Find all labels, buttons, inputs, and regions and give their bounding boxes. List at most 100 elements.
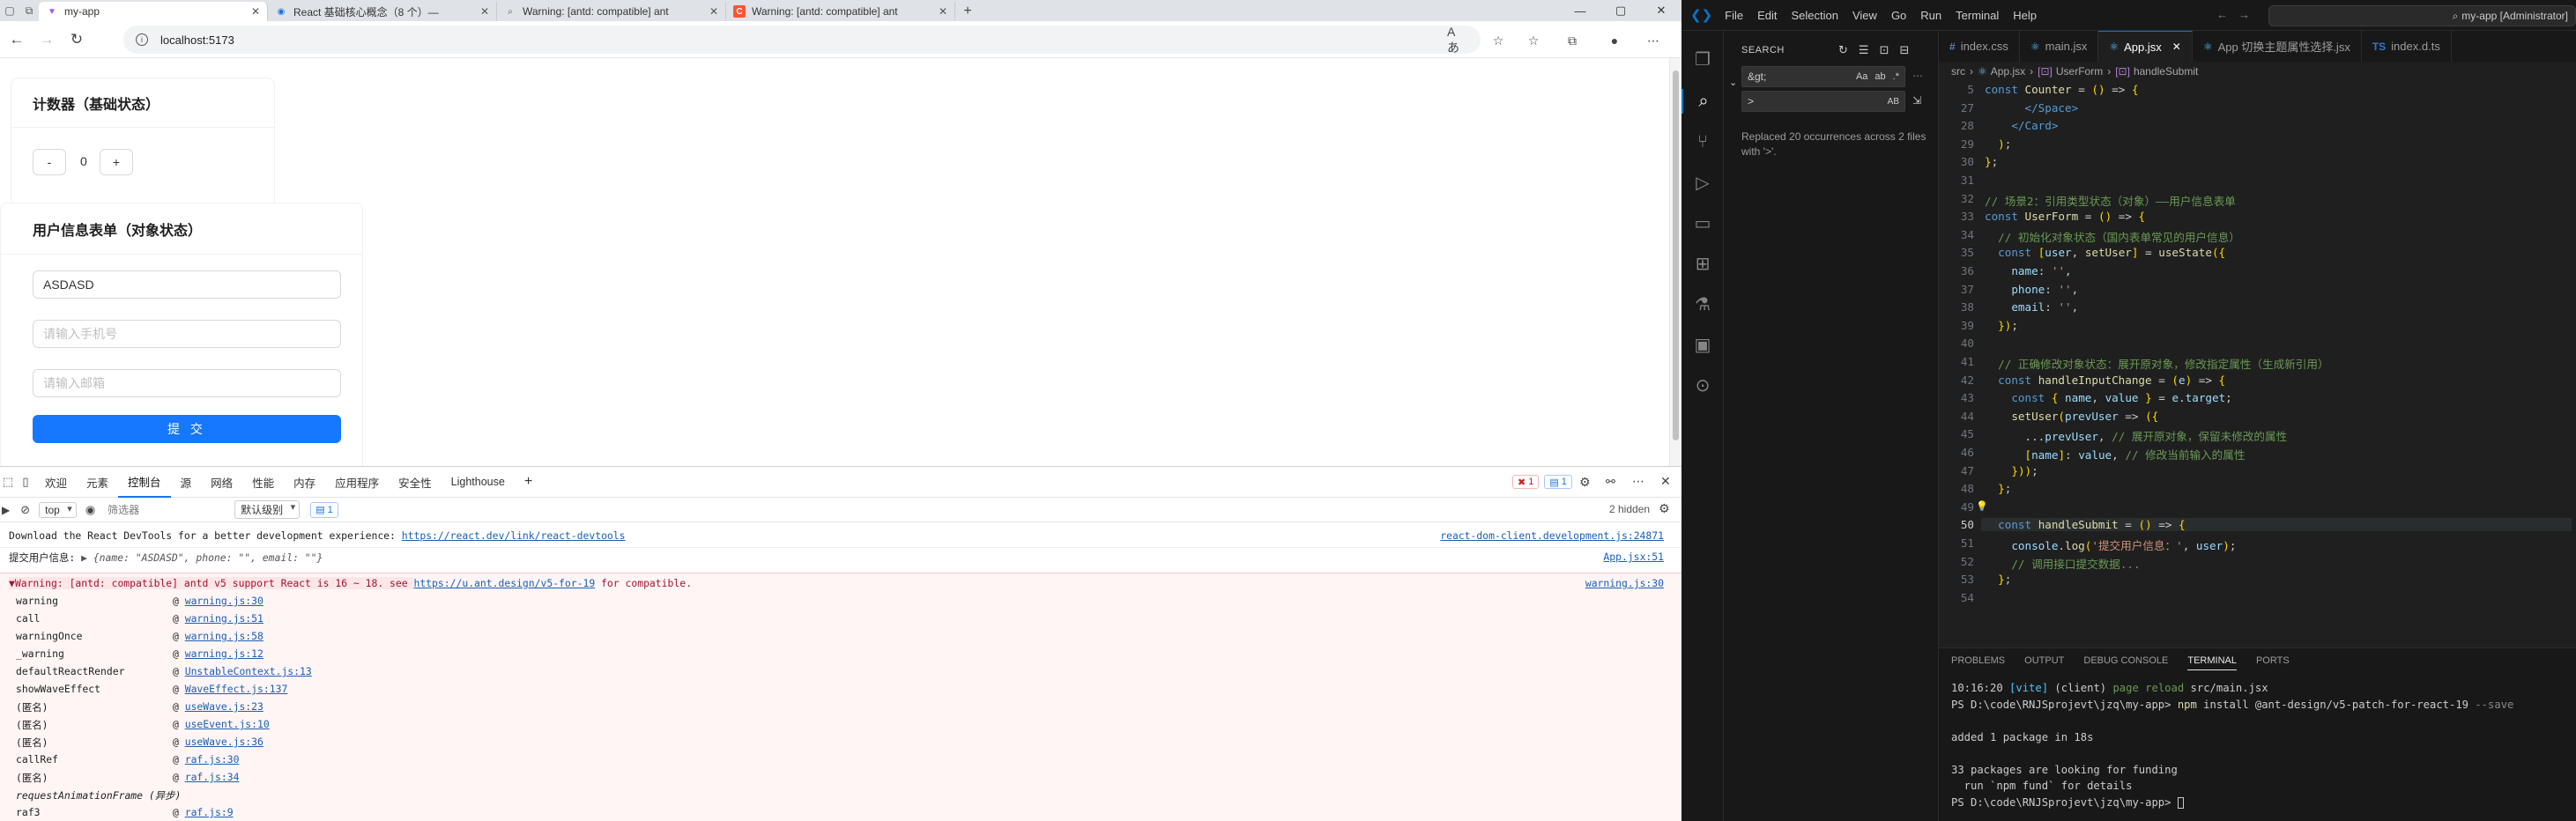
profile-avatar-icon[interactable]: ● (1606, 32, 1623, 49)
devtools-tab-welcome[interactable]: 欢迎 (35, 467, 77, 498)
site-info-icon[interactable]: i (136, 33, 148, 46)
context-select[interactable]: top (39, 501, 77, 518)
folder-icon[interactable]: ▣ (1690, 332, 1715, 357)
menu-go[interactable]: Go (1884, 9, 1913, 22)
source-link[interactable]: react-dom-client.development.js:24871 (1440, 529, 1664, 542)
search-details-icon[interactable]: ⋯ (1912, 70, 1923, 82)
email-input[interactable]: 请输入邮箱 (33, 369, 341, 397)
command-center[interactable]: ⌕ my-app [Administrator] (2268, 5, 2576, 26)
replace-all-icon[interactable]: ⇲ (1912, 94, 1921, 107)
source-link[interactable]: warning.js:30 (1585, 577, 1664, 589)
lightbulb-icon[interactable]: 💡 (1976, 500, 1988, 512)
devtools-tab-elements[interactable]: 元素 (77, 467, 118, 498)
stack-frame-link[interactable]: warning.js:12 (185, 647, 264, 660)
scrollbar-thumb[interactable] (1673, 70, 1679, 440)
stack-frame-link[interactable]: warning.js:30 (185, 595, 264, 607)
menu-terminal[interactable]: Terminal (1949, 9, 2006, 22)
breadcrumb-function[interactable]: handleSubmit (2134, 65, 2198, 78)
devtools-tab-security[interactable]: 安全性 (389, 467, 442, 498)
collapse-all-icon[interactable]: ⊟ (1899, 43, 1909, 57)
minimize-icon[interactable]: — (1560, 0, 1600, 21)
panel-tab-debug-console[interactable]: DEBUG CONSOLE (2083, 655, 2168, 670)
breadcrumb-component[interactable]: UserForm (2056, 65, 2103, 78)
warning-header[interactable]: ▼Warning: [antd: compatible] antd v5 sup… (0, 577, 1681, 589)
page-scrollbar[interactable] (1669, 58, 1681, 466)
refresh-icon[interactable]: ↻ (1838, 43, 1848, 57)
sidebar-toggle-icon[interactable]: ▶ (2, 504, 10, 516)
inspect-icon[interactable]: ⬚ (0, 467, 16, 498)
console-settings-icon[interactable]: ⚙ (1659, 501, 1670, 516)
stack-frame-link[interactable]: warning.js:51 (185, 612, 264, 625)
workspaces-icon[interactable]: ▢ (0, 0, 19, 21)
source-control-icon[interactable]: ⑂ (1690, 129, 1715, 154)
settings-gear-icon[interactable]: ⚙ (1579, 475, 1591, 490)
maximize-icon[interactable]: ▢ (1600, 0, 1641, 21)
panel-tab-ports[interactable]: PORTS (2256, 655, 2290, 670)
breadcrumb-src[interactable]: src (1951, 65, 1965, 78)
stack-frame-link[interactable]: useWave.js:36 (185, 736, 264, 748)
stack-frame-link[interactable]: raf.js:9 (185, 806, 234, 818)
stack-frame-link[interactable]: UnstableContext.js:13 (185, 665, 312, 677)
editor-tab-index-css[interactable]: # index.css (1939, 31, 2020, 62)
stack-frame-link[interactable]: warning.js:58 (185, 630, 264, 642)
device-toolbar-icon[interactable]: ▯ (16, 467, 35, 498)
menu-edit[interactable]: Edit (1750, 9, 1784, 22)
menu-run[interactable]: Run (1913, 9, 1949, 22)
panel-tab-terminal[interactable]: TERMINAL (2187, 655, 2237, 670)
remote-devices-icon[interactable]: ⚯ (1606, 475, 1615, 489)
toggle-replace-icon[interactable]: ⌄ (1729, 77, 1737, 88)
address-bar[interactable]: i localhost:5173 (123, 26, 1481, 54)
timeline-icon[interactable]: ⊙ (1690, 373, 1715, 397)
forward-icon[interactable]: → (32, 25, 62, 55)
devtools-tab-lighthouse[interactable]: Lighthouse (442, 467, 515, 498)
close-tab-icon[interactable]: ✕ (709, 5, 718, 18)
issues-badge[interactable]: ▤ 1 (310, 501, 338, 518)
name-input[interactable]: ASDASD (33, 270, 341, 299)
back-icon[interactable]: ← (2, 25, 32, 55)
panel-tab-output[interactable]: OUTPUT (2024, 655, 2064, 670)
remote-explorer-icon[interactable]: ▭ (1690, 211, 1715, 235)
replace-input[interactable]: > AB (1741, 91, 1905, 112)
breadcrumb-file[interactable]: App.jsx (1991, 65, 2025, 78)
devtools-tab-performance[interactable]: 性能 (242, 467, 284, 498)
filter-input[interactable]: 筛选器 (108, 502, 196, 517)
stack-frame-link[interactable]: useEvent.js:10 (185, 718, 270, 730)
preserve-case-icon[interactable]: AB (1888, 97, 1899, 107)
tab-actions-icon[interactable]: ⧉ (19, 0, 39, 21)
submit-button[interactable]: 提 交 (33, 415, 341, 443)
editor-tab-main-jsx[interactable]: ⚛ main.jsx (2020, 31, 2099, 62)
search-view-icon[interactable]: ⌕ (1681, 89, 1724, 114)
devtools-tab-sources[interactable]: 源 (171, 467, 202, 498)
close-tab-icon[interactable]: ✕ (480, 5, 489, 18)
devtools-tab-network[interactable]: 网络 (201, 467, 242, 498)
devtools-link[interactable]: https://react.dev/link/react-devtools (402, 529, 626, 542)
close-tab-icon[interactable]: ✕ (939, 5, 947, 18)
source-link[interactable]: App.jsx:51 (1603, 551, 1664, 563)
clear-console-icon[interactable]: ⊘ (20, 503, 30, 517)
run-debug-icon[interactable]: ▷ (1690, 170, 1715, 195)
match-case-icon[interactable]: Aa (1856, 71, 1867, 82)
nav-forward-icon[interactable]: → (2238, 8, 2250, 21)
close-editor-icon[interactable]: ✕ (2172, 41, 2181, 53)
browser-tab-react-concepts[interactable]: ◉ React 基础核心概念（8 个）— ✕ (268, 2, 497, 21)
error-count-badge[interactable]: ✖ 1 (1512, 475, 1540, 489)
reload-icon[interactable]: ↻ (62, 25, 92, 55)
browser-tab-warning-1[interactable]: ⌕ Warning: [antd: compatible] ant ✕ (497, 2, 726, 21)
favorite-icon[interactable]: ☆ (1489, 32, 1507, 49)
new-search-editor-icon[interactable]: ⊡ (1880, 43, 1889, 57)
menu-file[interactable]: File (1718, 9, 1750, 22)
whole-word-icon[interactable]: ab (1874, 71, 1885, 82)
stack-frame-link[interactable]: raf.js:34 (185, 771, 240, 783)
browser-tab-warning-2[interactable]: C Warning: [antd: compatible] ant ✕ (726, 2, 955, 21)
decrement-button[interactable]: - (33, 149, 66, 175)
new-tab-button[interactable]: + (955, 2, 980, 21)
devtools-tab-console[interactable]: 控制台 (118, 467, 171, 498)
devtools-more-icon[interactable]: ⋯ (1632, 474, 1644, 489)
devtools-close-icon[interactable]: ✕ (1660, 474, 1671, 489)
devtools-tab-application[interactable]: 应用程序 (325, 467, 389, 498)
code-editor[interactable]: 5 const Counter = () => {27 </Space> 28 </… (1939, 81, 2576, 647)
increment-button[interactable]: + (100, 149, 133, 175)
read-aloud-icon[interactable]: Aあ (1447, 25, 1465, 55)
menu-help[interactable]: Help (2006, 9, 2044, 22)
browser-tab-my-app[interactable]: ▼ my-app ✕ (39, 2, 268, 21)
